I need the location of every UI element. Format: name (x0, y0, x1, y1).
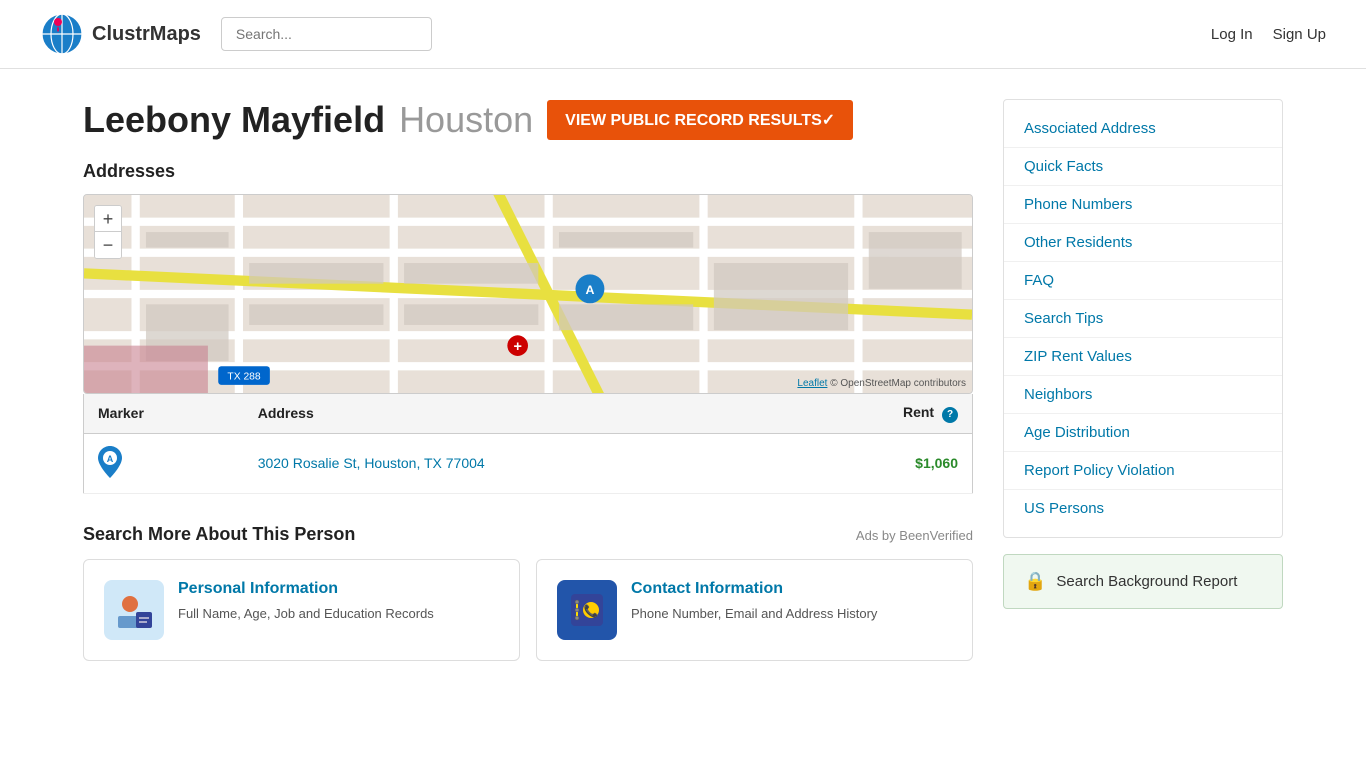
col-address-header: Address (244, 394, 793, 433)
zoom-out-button[interactable]: − (95, 232, 121, 258)
contact-card-desc: Phone Number, Email and Address History (631, 604, 877, 624)
rent-cell: $1,060 (793, 433, 973, 493)
zoom-in-button[interactable]: + (95, 206, 121, 232)
osm-attribution: © OpenStreetMap contributors (830, 378, 966, 389)
sidebar-link-age-distribution[interactable]: Age Distribution (1004, 414, 1282, 452)
search-more-title: Search More About This Person (83, 524, 355, 545)
lock-icon: 🔒 (1024, 571, 1046, 592)
svg-text:TX 288: TX 288 (227, 372, 261, 383)
address-table: Marker Address Rent ? A 3020 (83, 394, 973, 494)
address-cell[interactable]: 3020 Rosalie St, Houston, TX 77004 (244, 433, 793, 493)
globe-icon (40, 12, 84, 56)
rent-value: $1,060 (915, 455, 958, 471)
search-more-header: Search More About This Person Ads by Bee… (83, 524, 973, 559)
personal-card-title: Personal Information (178, 580, 434, 598)
contact-card-content: Contact Information Phone Number, Email … (631, 580, 877, 624)
sidebar-link-phone-numbers[interactable]: Phone Numbers (1004, 186, 1282, 224)
site-header: ClustrMaps Log In Sign Up (0, 0, 1366, 69)
col-rent-header: Rent ? (793, 394, 973, 433)
sidebar-link-zip-rent-values[interactable]: ZIP Rent Values (1004, 338, 1282, 376)
map-svg: TX 288 A + (84, 195, 972, 393)
personal-card-desc: Full Name, Age, Job and Education Record… (178, 604, 434, 624)
ads-label: Ads by BeenVerified (856, 528, 973, 543)
sidebar-link-quick-facts[interactable]: Quick Facts (1004, 148, 1282, 186)
sidebar-link-other-residents[interactable]: Other Residents (1004, 224, 1282, 262)
rent-info-icon[interactable]: ? (942, 407, 958, 423)
personal-icon (104, 580, 164, 640)
svg-text:A: A (107, 454, 114, 464)
map-attribution: Leaflet © OpenStreetMap contributors (797, 378, 966, 389)
login-link[interactable]: Log In (1211, 26, 1253, 43)
addresses-section-title: Addresses (83, 161, 973, 182)
contact-icon: 📞 (557, 580, 617, 640)
bg-report-label: Search Background Report (1056, 573, 1237, 590)
sidebar-link-faq[interactable]: FAQ (1004, 262, 1282, 300)
leaflet-link[interactable]: Leaflet (797, 378, 827, 389)
map-marker-a: A (98, 446, 122, 478)
signup-link[interactable]: Sign Up (1273, 26, 1326, 43)
contact-card-title: Contact Information (631, 580, 877, 598)
site-logo[interactable]: ClustrMaps (40, 12, 201, 56)
person-name: Leebony Mayfield (83, 99, 385, 141)
sidebar-link-us-persons[interactable]: US Persons (1004, 490, 1282, 527)
sidebar-link-associated-address[interactable]: Associated Address (1004, 110, 1282, 148)
person-city: Houston (399, 99, 533, 141)
header-nav: Log In Sign Up (1211, 26, 1326, 43)
info-cards-row: Personal Information Full Name, Age, Job… (83, 559, 973, 661)
svg-text:📞: 📞 (584, 603, 599, 618)
col-marker-header: Marker (84, 394, 244, 433)
logo-text: ClustrMaps (92, 23, 201, 46)
sidebar-link-report-policy-violation[interactable]: Report Policy Violation (1004, 452, 1282, 490)
personal-card-content: Personal Information Full Name, Age, Job… (178, 580, 434, 624)
personal-info-card[interactable]: Personal Information Full Name, Age, Job… (83, 559, 520, 661)
contact-info-card[interactable]: 📞 Contact Information Phone Number, Emai… (536, 559, 973, 661)
address-link[interactable]: 3020 Rosalie St, Houston, TX 77004 (258, 455, 485, 471)
address-row: A 3020 Rosalie St, Houston, TX 77004 $1,… (84, 433, 973, 493)
view-record-button[interactable]: VIEW PUBLIC RECORD RESULTS✓ (547, 100, 853, 140)
svg-text:+: + (513, 339, 521, 355)
map-container: TX 288 A + + − Leaflet © OpenStreetMa (83, 194, 973, 394)
page-title: Leebony Mayfield Houston VIEW PUBLIC REC… (83, 99, 973, 141)
svg-text:A: A (585, 283, 594, 297)
sidebar-link-neighbors[interactable]: Neighbors (1004, 376, 1282, 414)
right-sidebar: Associated AddressQuick FactsPhone Numbe… (1003, 99, 1283, 661)
search-input[interactable] (221, 17, 432, 51)
sidebar-navigation: Associated AddressQuick FactsPhone Numbe… (1003, 99, 1283, 538)
main-content: Leebony Mayfield Houston VIEW PUBLIC REC… (43, 69, 1323, 691)
sidebar-link-search-tips[interactable]: Search Tips (1004, 300, 1282, 338)
map-zoom-controls: + − (94, 205, 122, 259)
left-column: Leebony Mayfield Houston VIEW PUBLIC REC… (83, 99, 973, 661)
search-background-report-button[interactable]: 🔒 Search Background Report (1003, 554, 1283, 609)
marker-cell: A (84, 433, 244, 493)
